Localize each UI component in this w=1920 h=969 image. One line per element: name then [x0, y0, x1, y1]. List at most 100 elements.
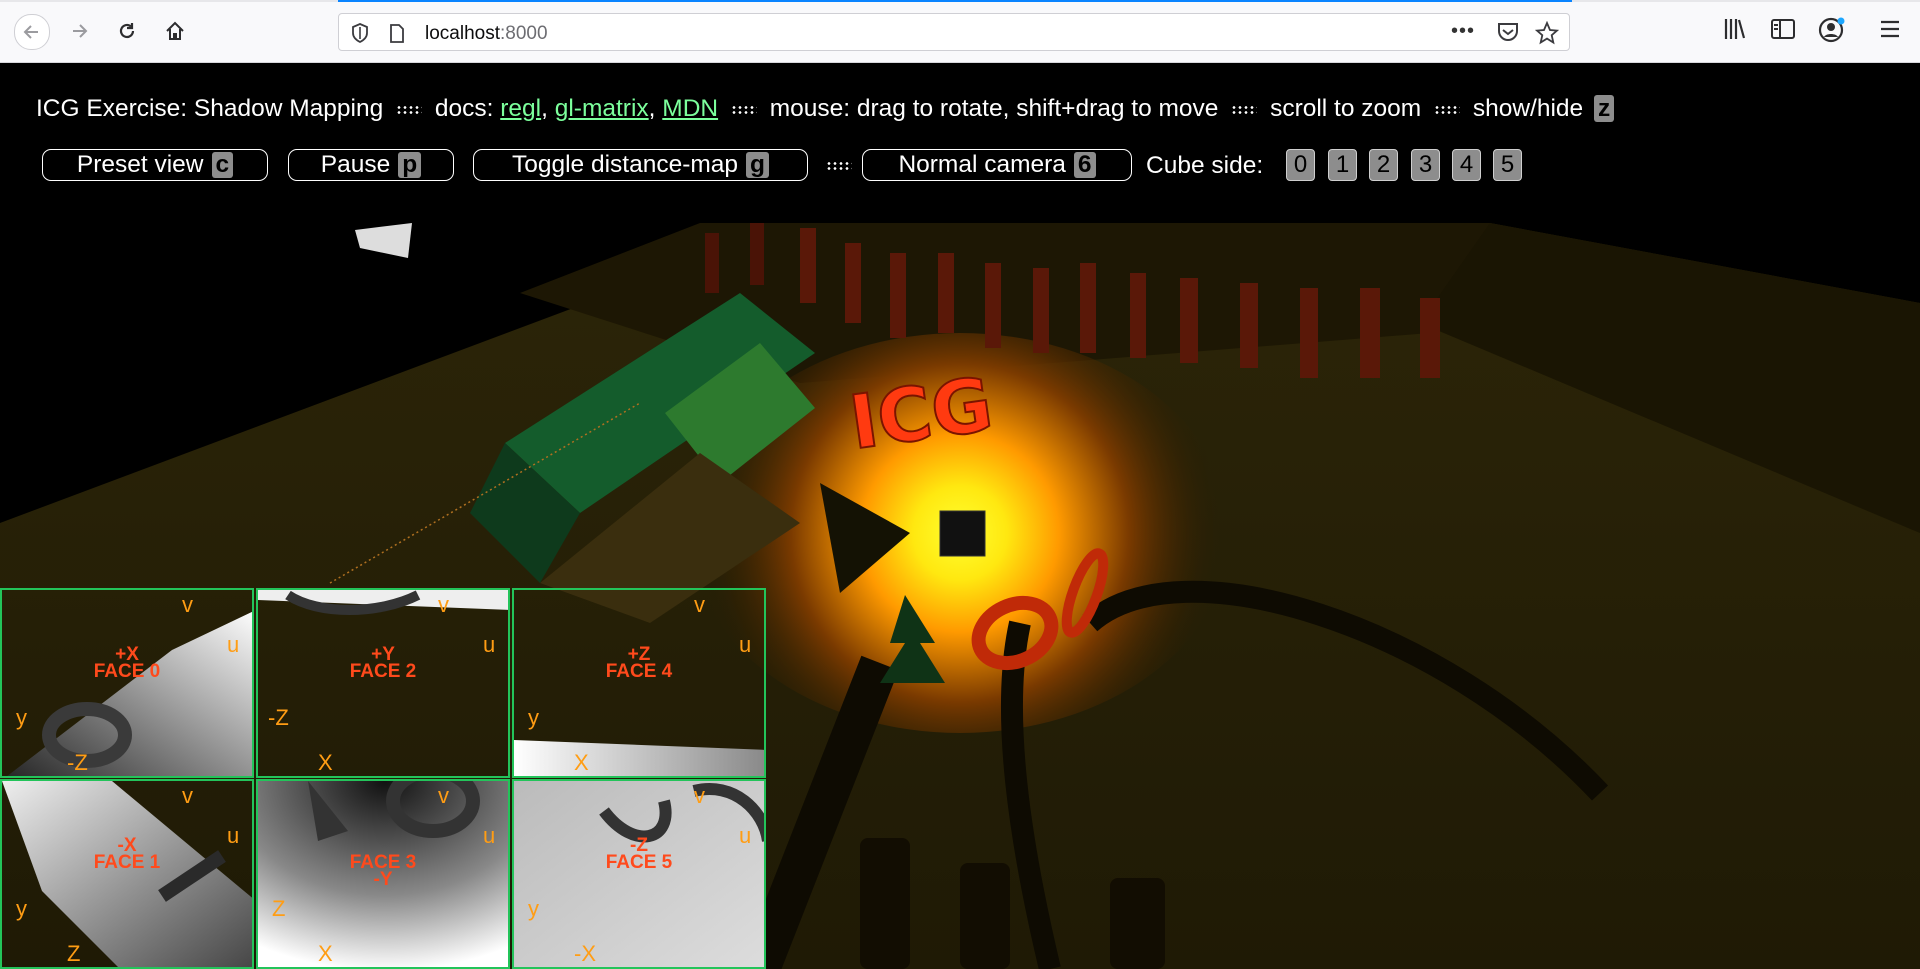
- link-regl[interactable]: regl: [500, 95, 541, 122]
- face-render: [7, 611, 252, 776]
- library-icon[interactable]: [1722, 16, 1748, 42]
- axis-bottom: Z: [67, 941, 81, 966]
- back-arrow-icon: [23, 25, 38, 39]
- menu-icon[interactable]: [1878, 16, 1902, 42]
- separator-dots: [1434, 104, 1461, 115]
- axis-bottom: -Z: [67, 750, 88, 775]
- axis-u: u: [227, 823, 240, 848]
- back-button[interactable]: [14, 14, 50, 50]
- face-0: +X FACE 0 v u y -Z: [0, 588, 254, 778]
- axis-v: v: [182, 783, 193, 808]
- cubemap-faces: +X FACE 0 v u y -Z +Y FACE 2 v u -Z X +Z…: [0, 588, 770, 969]
- toggle-distance-map-button[interactable]: Toggle distance-map g: [473, 149, 808, 181]
- face-3: FACE 3 -Y v u Z X: [256, 779, 510, 969]
- face-render: [2, 781, 252, 967]
- axis-left: y: [528, 705, 539, 730]
- pause-label: Pause: [320, 151, 391, 178]
- light-thumbnail: [939, 510, 986, 557]
- axis-v: v: [182, 592, 193, 617]
- pocket-icon[interactable]: [1497, 22, 1519, 42]
- cube-side-4-button[interactable]: 4: [1452, 149, 1481, 181]
- preset-view-key: c: [211, 152, 234, 178]
- cube-side-3-button[interactable]: 3: [1411, 149, 1440, 181]
- address-bar[interactable]: localhost:8000 •••: [338, 13, 1570, 51]
- separator-dots: [1231, 104, 1258, 115]
- toggle-distance-map-label: Toggle distance-map: [511, 151, 739, 178]
- sidebar-icon[interactable]: [1770, 16, 1796, 42]
- axis-u: u: [227, 632, 240, 657]
- cube-side-2-button[interactable]: 2: [1369, 149, 1398, 181]
- cube-side-5-button[interactable]: 5: [1493, 149, 1522, 181]
- face-render: [258, 590, 508, 615]
- axis-v: v: [438, 592, 449, 617]
- face-name: FACE 1: [93, 852, 161, 873]
- axis-bottom: -X: [574, 941, 596, 966]
- browser-toolbar: localhost:8000 •••: [0, 0, 1920, 63]
- axis-u: u: [739, 823, 752, 848]
- axis-u: u: [739, 632, 752, 657]
- normal-camera-label: Normal camera: [898, 151, 1066, 178]
- axis-bottom: X: [574, 750, 589, 775]
- axis-left: -Z: [268, 705, 289, 730]
- header-text: ICG Exercise: Shadow Mapping docs: regl,…: [36, 95, 1615, 123]
- cube-side-1-button[interactable]: 1: [1328, 149, 1357, 181]
- normal-camera-button[interactable]: Normal camera 6: [862, 149, 1132, 181]
- scroll-help: scroll to zoom: [1270, 95, 1422, 122]
- star-icon[interactable]: [1535, 21, 1559, 45]
- face-2: +Y FACE 2 v u -Z X: [256, 588, 510, 778]
- mouse-help: mouse: drag to rotate, shift+drag to mov…: [769, 95, 1219, 122]
- docs-label: docs:: [434, 95, 494, 122]
- forward-button[interactable]: [62, 14, 96, 48]
- face-5: -Z FACE 5 v u y -X: [512, 779, 766, 969]
- link-mdn[interactable]: MDN: [662, 95, 718, 122]
- axis-u: u: [483, 823, 496, 848]
- url-text[interactable]: localhost:8000: [425, 23, 548, 45]
- forward-arrow-icon: [73, 24, 88, 38]
- page-icon[interactable]: [389, 24, 405, 43]
- axis-left: Z: [272, 896, 286, 921]
- face-name: FACE 4: [605, 661, 673, 682]
- axis-v: v: [694, 592, 705, 617]
- axis-left: y: [528, 896, 539, 921]
- face-1: -X FACE 1 v u y Z: [0, 779, 254, 969]
- shield-icon[interactable]: [351, 23, 369, 43]
- showhide-help: show/hide: [1472, 95, 1584, 122]
- separator-dots: [730, 104, 757, 115]
- webgl-canvas[interactable]: ICG ICG Exercise: Shadow Mapping docs: r…: [0, 63, 1920, 969]
- camera-gizmo: [355, 223, 412, 258]
- axis-left: y: [16, 705, 27, 730]
- reload-icon: [119, 23, 135, 39]
- face-name: FACE 5: [605, 852, 673, 873]
- axis-u: u: [483, 632, 496, 657]
- page-title: ICG Exercise: Shadow Mapping: [36, 95, 384, 122]
- showhide-key: z: [1593, 95, 1615, 122]
- cube-side-label: Cube side:: [1146, 152, 1264, 179]
- axis-bottom: X: [318, 941, 333, 966]
- face-name: FACE 0: [93, 661, 161, 682]
- preset-view-label: Preset view: [76, 151, 204, 178]
- face-4: +Z FACE 4 v u y X: [512, 588, 766, 778]
- cube-side-0-button[interactable]: 0: [1286, 149, 1315, 181]
- link-gl-matrix[interactable]: gl-matrix: [555, 95, 649, 122]
- pause-button[interactable]: Pause p: [288, 149, 454, 181]
- face-sub: -Y: [373, 869, 393, 890]
- more-icon[interactable]: •••: [1451, 20, 1475, 43]
- face-render: [514, 781, 764, 967]
- separator-dots: [396, 104, 423, 115]
- reload-button[interactable]: [110, 14, 144, 48]
- normal-camera-key: 6: [1073, 152, 1096, 178]
- face-name: FACE 2: [349, 661, 417, 682]
- axis-bottom: X: [318, 750, 333, 775]
- home-icon: [166, 21, 184, 40]
- toggle-distance-map-key: g: [746, 152, 770, 178]
- preset-view-button[interactable]: Preset view c: [42, 149, 268, 181]
- axis-v: v: [694, 783, 705, 808]
- pause-key: p: [398, 152, 422, 178]
- account-icon[interactable]: [1818, 16, 1846, 44]
- face-render: [514, 740, 764, 776]
- tab-strip: [0, 0, 1920, 2]
- separator-dots: [826, 161, 852, 171]
- axis-v: v: [438, 783, 449, 808]
- axis-left: y: [16, 896, 27, 921]
- home-button[interactable]: [158, 14, 192, 48]
